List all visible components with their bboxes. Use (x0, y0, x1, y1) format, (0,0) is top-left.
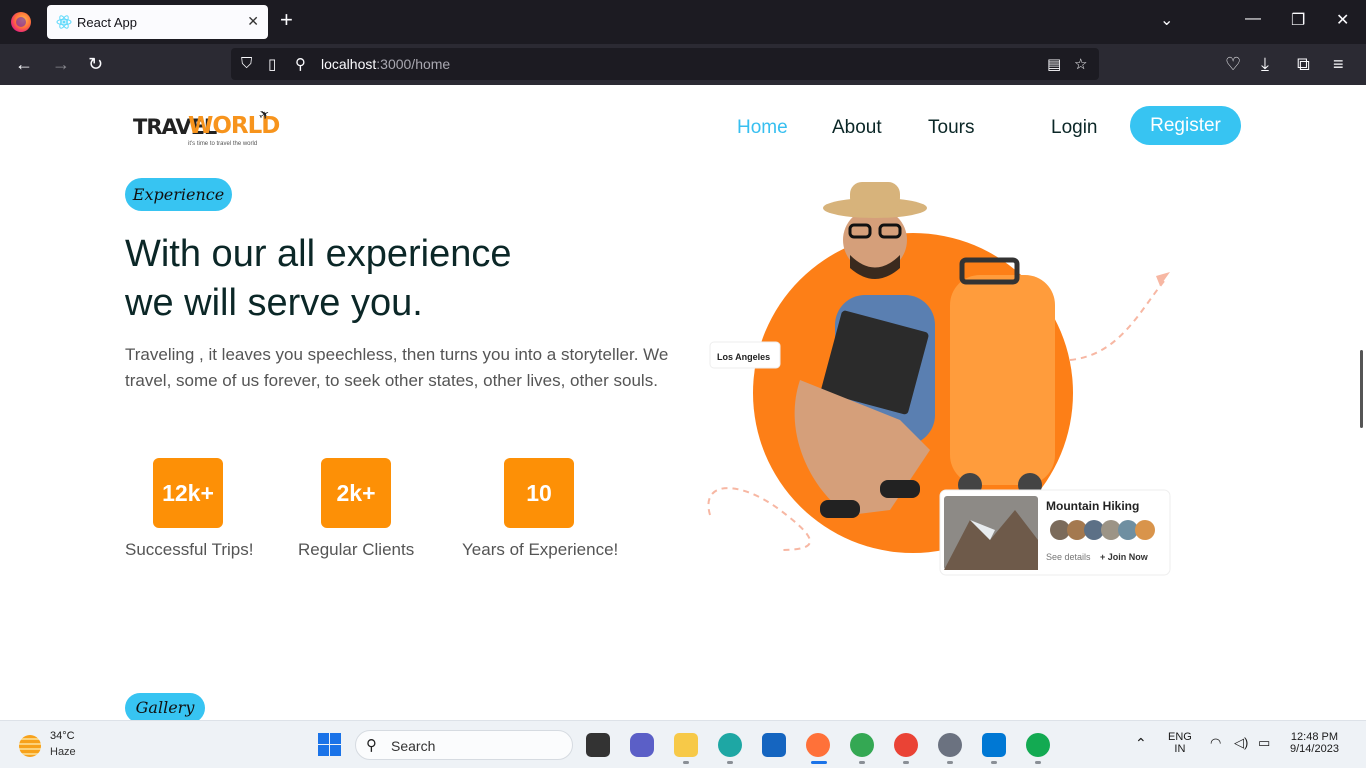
search-icon: ⚲ (366, 737, 377, 754)
settings-running-indicator (947, 761, 953, 764)
window-close-icon[interactable]: ✕ (1336, 10, 1349, 30)
see-details-link: See details (1046, 552, 1091, 562)
browser-tab[interactable]: React App ✕ (47, 5, 268, 39)
location-card-text: Los Angeles (717, 352, 770, 362)
edge-icon[interactable] (718, 733, 742, 757)
stat-label-clients: Regular Clients (298, 540, 415, 559)
tab-title: React App (77, 15, 137, 30)
mongodb-running-indicator (1035, 761, 1041, 764)
weather-icon[interactable] (19, 735, 41, 757)
vscode-running-indicator (991, 761, 997, 764)
stat-value-clients: 2k+ (321, 458, 391, 528)
url-path: :3000/home (376, 56, 451, 72)
nav-link-home[interactable]: Home (737, 117, 788, 139)
language-code: ENG (1168, 731, 1192, 743)
weather-status[interactable]: Haze (50, 746, 76, 758)
minimize-icon[interactable]: — (1245, 10, 1261, 28)
stat-label-years: Years of Experience! (462, 540, 619, 559)
login-button[interactable]: Login (1051, 117, 1098, 139)
firefox-menu-icon[interactable] (11, 12, 31, 32)
chrome-profile-running-indicator (903, 761, 909, 764)
os-taskbar: 34°C Haze ⚲ Search ⌃ ENG IN ◠ ◁) ▭ 12:48… (0, 720, 1366, 768)
firefox-active-indicator (811, 761, 827, 764)
stat-label-trips: Successful Trips! (125, 540, 254, 559)
shield-icon[interactable]: ⛉ (241, 55, 252, 72)
logo-tagline: it's time to travel the world (188, 141, 258, 147)
downloads-icon[interactable]: ⤓ (1261, 54, 1269, 74)
teams-icon[interactable] (630, 733, 654, 757)
task-view-icon[interactable] (586, 733, 610, 757)
reader-view-icon[interactable]: ▤ (1047, 55, 1061, 73)
page-icon[interactable]: ▯ (268, 55, 276, 73)
reload-icon[interactable]: ↻ (88, 54, 103, 74)
battery-icon[interactable]: ▭ (1258, 735, 1270, 751)
tab-close-icon[interactable]: ✕ (247, 13, 259, 30)
react-icon (56, 15, 72, 29)
wifi-icon[interactable]: ◠ (1210, 735, 1221, 751)
url-host: localhost (321, 56, 377, 72)
pocket-icon[interactable]: ♡ (1225, 54, 1241, 74)
page-viewport: TRAVEL WORLD it's time to travel the wor… (0, 85, 1366, 720)
search-label: Search (391, 738, 436, 754)
browser-toolbar: ← → ↻ ⛉ ▯ ⚲ localhost:3000/home ▤ ☆ ♡ ⤓ … (0, 44, 1366, 85)
hiking-card-title: Mountain Hiking (1046, 499, 1139, 513)
browser-tab-bar: React App ✕ + ⌄ — ❐ ✕ (0, 0, 1366, 44)
nav-link-tours[interactable]: Tours (928, 117, 974, 139)
weather-temp[interactable]: 34°C (50, 730, 75, 742)
windows-start-icon[interactable] (318, 733, 341, 756)
nav-link-about[interactable]: About (832, 117, 882, 139)
clock[interactable]: 12:48 PM 9/14/2023 (1290, 731, 1339, 755)
explorer-running-indicator (683, 761, 689, 764)
permissions-icon[interactable]: ⚲ (295, 55, 306, 73)
stat-value-years: 10 (504, 458, 574, 528)
gallery-pill: Gallery (125, 693, 205, 720)
region-code: IN (1174, 743, 1186, 755)
page-scrollbar[interactable] (1360, 350, 1363, 428)
taskbar-search[interactable]: ⚲ Search (355, 730, 573, 760)
store-icon[interactable] (762, 733, 786, 757)
hero-title-line-1: With our all experience (125, 233, 512, 275)
language-indicator[interactable]: ENG IN (1168, 731, 1192, 755)
forward-icon[interactable]: → (52, 54, 70, 74)
volume-icon[interactable]: ◁) (1234, 735, 1248, 751)
settings-gear-icon[interactable] (938, 733, 962, 757)
bookmark-star-icon[interactable]: ☆ (1074, 55, 1087, 73)
app-menu-icon[interactable]: ≡ (1333, 54, 1344, 74)
edge-running-indicator (727, 761, 733, 764)
hero-illustration: Los Angeles Mountain Hiking See details … (707, 182, 1171, 576)
join-now-link: + Join Now (1100, 552, 1149, 562)
vscode-icon[interactable] (982, 733, 1006, 757)
site-logo[interactable]: TRAVEL WORLD it's time to travel the wor… (133, 105, 280, 151)
file-explorer-icon[interactable] (674, 733, 698, 757)
clock-time: 12:48 PM (1290, 731, 1339, 743)
chrome-icon[interactable] (850, 733, 874, 757)
show-hidden-icons-icon[interactable]: ⌃ (1135, 735, 1147, 752)
hero-description: Traveling , it leaves you speechless, th… (125, 345, 669, 390)
list-all-tabs-icon[interactable]: ⌄ (1160, 10, 1173, 30)
chrome-running-indicator (859, 761, 865, 764)
mongodb-icon[interactable] (1026, 733, 1050, 757)
firefox-taskbar-icon[interactable] (806, 733, 830, 757)
chrome-profile-icon[interactable] (894, 733, 918, 757)
new-tab-icon[interactable]: + (280, 9, 293, 31)
hero-title-line-2: we will serve you. (125, 282, 423, 324)
hero-title: With our all experience we will serve yo… (125, 230, 512, 328)
back-icon[interactable]: ← (15, 54, 33, 74)
clock-date: 9/14/2023 (1290, 743, 1339, 755)
restore-icon[interactable]: ❐ (1291, 10, 1305, 30)
extensions-icon[interactable]: ⧉ (1297, 54, 1310, 74)
url-text[interactable]: localhost:3000/home (321, 56, 450, 72)
stat-value-trips: 12k+ (153, 458, 223, 528)
register-button[interactable]: Register (1130, 106, 1241, 145)
url-bar[interactable]: ⛉ ▯ ⚲ localhost:3000/home ▤ ☆ (231, 48, 1099, 80)
experience-pill: Experience (125, 178, 232, 211)
